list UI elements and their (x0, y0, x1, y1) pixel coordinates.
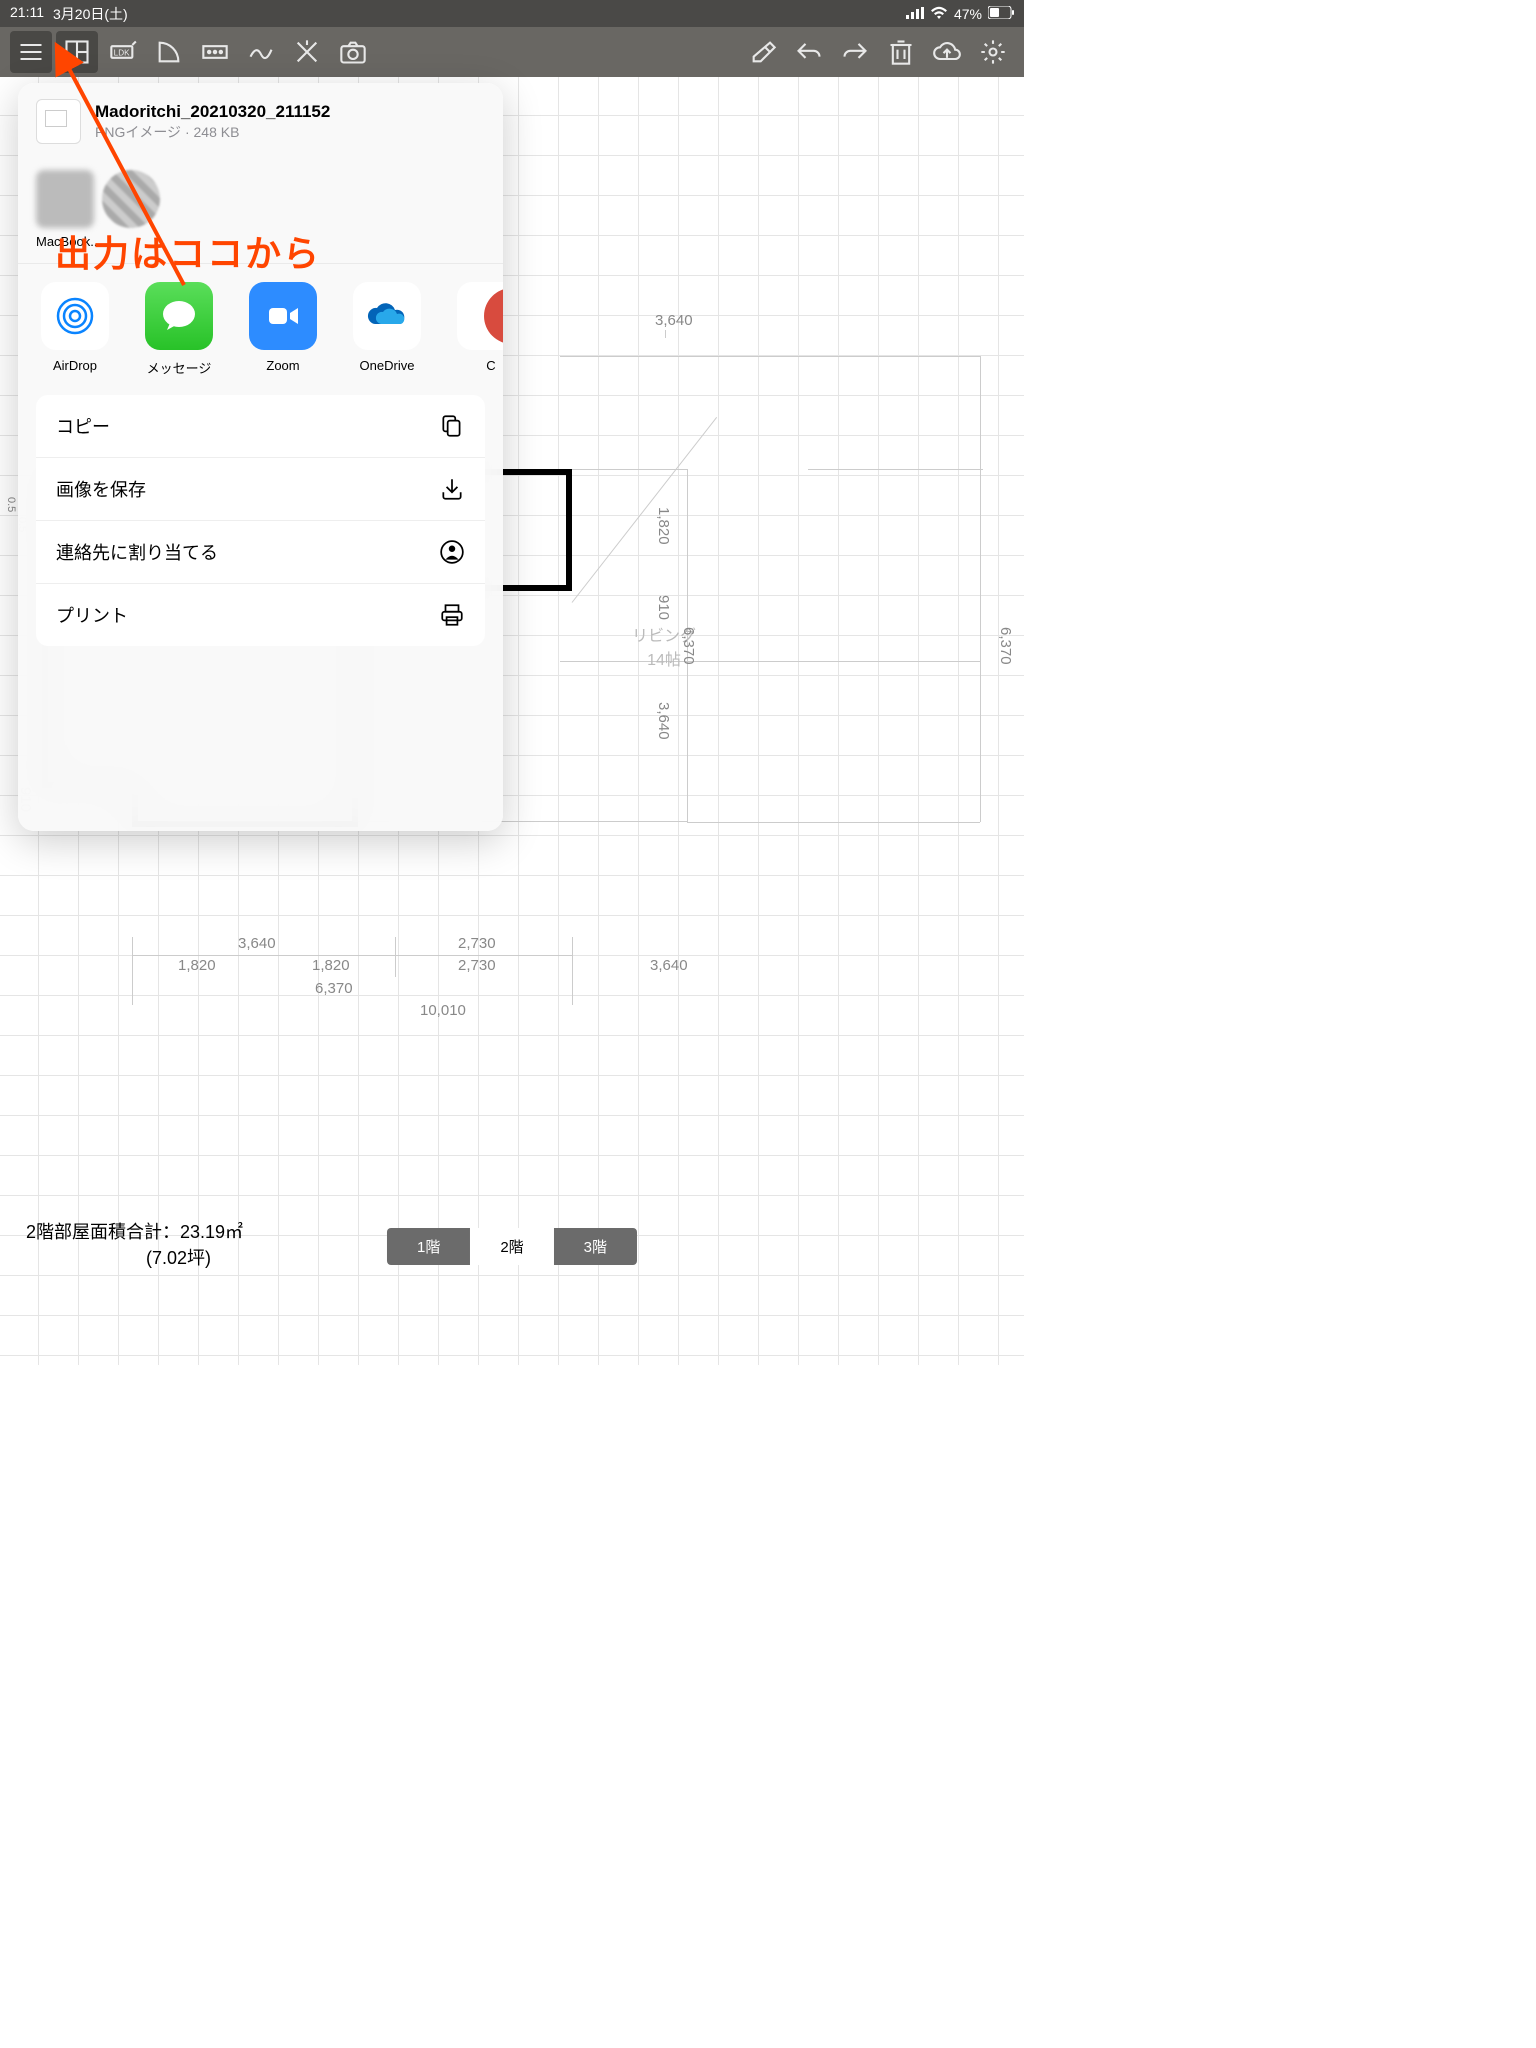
share-app-airdrop[interactable]: AirDrop (36, 282, 114, 377)
annotation-text: 出力はココから (55, 225, 321, 277)
redo-button[interactable] (834, 31, 876, 73)
print-icon (439, 602, 465, 628)
undo-button[interactable] (788, 31, 830, 73)
dim-b2: 2,730 (458, 935, 496, 952)
dim-v5: 6,370 (997, 627, 1014, 665)
dim-b5: 2,730 (458, 957, 496, 974)
dim-b8: 10,010 (420, 1002, 466, 1019)
freehand-tool-button[interactable] (240, 31, 282, 73)
status-date: 3月20日(土) (53, 4, 128, 24)
action-copy[interactable]: コピー (36, 395, 485, 458)
settings-button[interactable] (972, 31, 1014, 73)
status-bar: 21:11 3月20日(土) 47% (0, 0, 1024, 27)
copy-icon (439, 413, 465, 439)
measure-tool-button[interactable] (286, 31, 328, 73)
dim-v2: 910 (655, 595, 672, 620)
eraser-button[interactable] (742, 31, 784, 73)
dim-top: 3,640 (655, 312, 693, 329)
dim-b1: 3,640 (238, 935, 276, 952)
dim-v4: 3,640 (655, 702, 672, 740)
cloud-upload-button[interactable] (926, 31, 968, 73)
share-app-onedrive[interactable]: OneDrive (348, 282, 426, 377)
floor-selector: 1階 2階 3階 (387, 1228, 637, 1265)
dim-b4: 1,820 (312, 957, 350, 974)
area-summary: 2階部屋面積合計：23.19㎡ (7.02坪) (26, 1218, 243, 1270)
camera-tool-button[interactable] (332, 31, 374, 73)
floor-3-button[interactable]: 3階 (554, 1228, 637, 1265)
action-print[interactable]: プリント (36, 584, 485, 646)
dim-v1: 1,820 (655, 507, 672, 545)
action-save-image[interactable]: 画像を保存 (36, 458, 485, 521)
share-app-more[interactable]: C (452, 282, 503, 377)
dim-b7: 6,370 (315, 980, 353, 997)
status-time: 21:11 (10, 4, 44, 24)
download-icon (439, 476, 465, 502)
contact-icon (439, 539, 465, 565)
dim-v3: 6,370 (680, 627, 697, 665)
dim-b3: 1,820 (178, 957, 216, 974)
delete-button[interactable] (880, 31, 922, 73)
floor-2-button[interactable]: 2階 (470, 1228, 553, 1265)
share-app-zoom[interactable]: Zoom (244, 282, 322, 377)
battery-percent: 47% (954, 6, 982, 22)
dim-b6: 3,640 (650, 957, 688, 974)
battery-icon (988, 6, 1014, 22)
action-assign-contact[interactable]: 連絡先に割り当てる (36, 521, 485, 584)
floor-1-button[interactable]: 1階 (387, 1228, 470, 1265)
share-app-messages[interactable]: メッセージ (140, 282, 218, 377)
signal-icon (906, 6, 924, 22)
wifi-icon (930, 6, 948, 22)
